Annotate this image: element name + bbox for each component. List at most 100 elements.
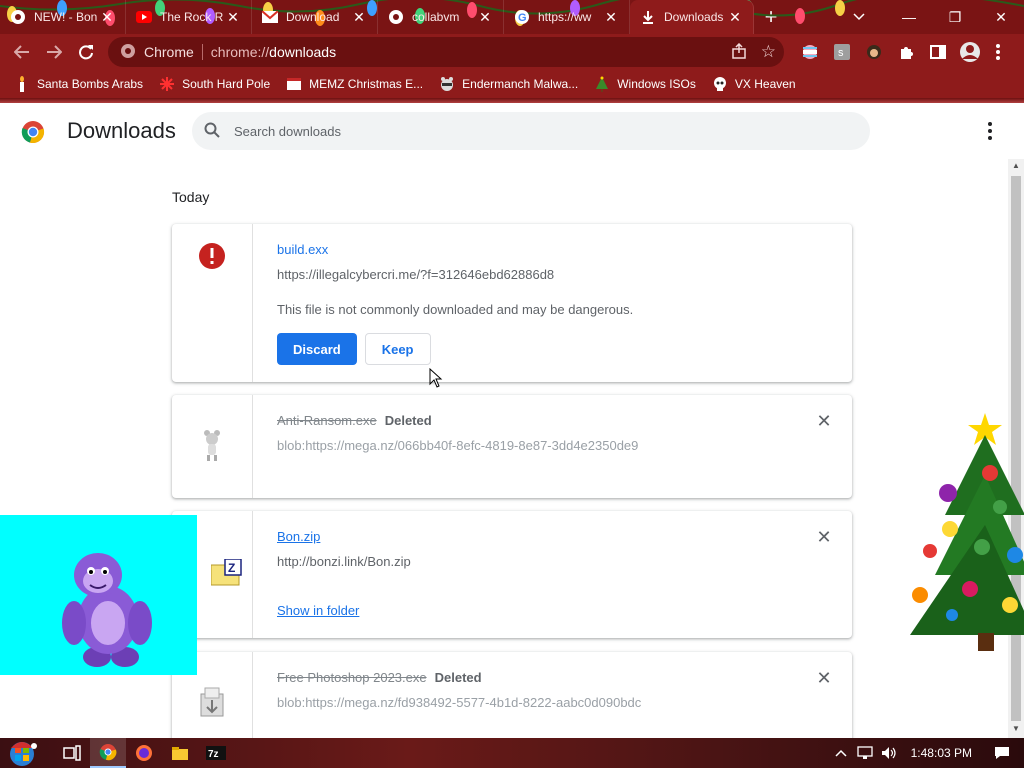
bookmarks-bar: Santa Bombs Arabs South Hard Pole MEMZ C…	[0, 70, 1024, 98]
action-center-icon[interactable]	[990, 746, 1014, 760]
bookmark-label: South Hard Pole	[182, 77, 271, 91]
tab-title: Downloads	[664, 10, 724, 24]
tab-search-chevron-icon[interactable]	[842, 0, 876, 34]
network-icon[interactable]	[853, 746, 877, 760]
candle-icon	[14, 76, 30, 92]
scroll-down-arrow-icon[interactable]: ▼	[1008, 724, 1024, 736]
search-input[interactable]	[234, 123, 834, 139]
status-label: Deleted	[434, 670, 482, 685]
google-icon: G	[514, 9, 530, 25]
tab-https[interactable]: G https://ww ✕	[504, 0, 630, 34]
bookmark-item[interactable]: South Hard Pole	[159, 76, 270, 92]
remove-item-icon[interactable]: ✕	[816, 668, 832, 688]
svg-text:Z: Z	[228, 561, 235, 575]
zip-folder-icon: Z	[210, 558, 243, 638]
bonzi-buddy-overlay[interactable]	[0, 515, 197, 675]
windows-taskbar: 7z 1:48:03 PM	[0, 738, 1024, 768]
chrome-logo-icon	[21, 120, 45, 147]
close-tab-icon[interactable]: ✕	[477, 9, 493, 26]
profile-avatar-icon[interactable]	[959, 34, 981, 70]
download-item-dangerous: build.exx https://illegalcybercri.me/?f=…	[172, 224, 852, 382]
url-host: downloads	[269, 44, 337, 60]
file-url: https://illegalcybercri.me/?f=312646ebd6…	[277, 267, 555, 282]
svg-text:7z: 7z	[208, 749, 219, 760]
svg-text:G: G	[518, 12, 527, 24]
tab-title: collabvm	[412, 10, 460, 24]
tab-title: NEW! - Bon	[34, 10, 98, 24]
close-tab-icon[interactable]: ✕	[727, 9, 743, 26]
back-button[interactable]	[6, 36, 38, 68]
browser-menu-icon[interactable]	[996, 34, 1000, 70]
tab-strip: NEW! - Bon ✕ The Rock R ✕ Download ✕ col…	[0, 0, 1024, 34]
scroll-up-arrow-icon[interactable]: ▲	[1008, 161, 1024, 173]
christmas-tree-icon	[910, 413, 1024, 651]
chrome-icon[interactable]	[90, 738, 126, 768]
url-scheme: chrome://	[210, 44, 270, 60]
close-tab-icon[interactable]: ✕	[225, 9, 241, 26]
danger-icon	[198, 242, 226, 382]
close-window-button[interactable]: ✕	[978, 0, 1024, 34]
bookmark-star-icon[interactable]: ☆	[761, 42, 776, 62]
7zip-icon[interactable]: 7z	[198, 738, 234, 768]
restore-button[interactable]: ❐	[932, 0, 978, 34]
volume-icon[interactable]	[877, 746, 901, 760]
forward-button[interactable]	[38, 36, 70, 68]
file-name: Free Photoshop 2023.exe	[277, 670, 427, 685]
purple-gorilla-icon	[62, 553, 152, 667]
remove-item-icon[interactable]: ✕	[816, 527, 832, 547]
minimize-button[interactable]: —	[886, 0, 932, 34]
bookmark-item[interactable]: Windows ISOs	[594, 76, 696, 92]
tray-chevron-icon[interactable]	[829, 749, 853, 757]
bookmark-label: Santa Bombs Arabs	[37, 77, 144, 91]
close-tab-icon[interactable]: ✕	[351, 9, 367, 26]
danger-warning-text: This file is not commonly downloaded and…	[277, 302, 634, 317]
bookmark-item[interactable]: MEMZ Christmas E...	[286, 76, 423, 92]
show-in-folder-link[interactable]: Show in folder	[277, 603, 359, 618]
extension-avatar-icon[interactable]	[866, 34, 882, 70]
share-icon[interactable]	[731, 42, 747, 62]
task-view-icon[interactable]	[54, 738, 90, 768]
taskbar-clock[interactable]: 1:48:03 PM	[911, 746, 972, 760]
raccoon-icon	[439, 76, 455, 92]
address-bar[interactable]: Chrome chrome://downloads ☆	[108, 37, 784, 67]
keep-button[interactable]: Keep	[364, 333, 431, 365]
side-panel-icon[interactable]	[930, 34, 946, 70]
close-tab-icon[interactable]: ✕	[99, 9, 115, 26]
snowflake-icon	[159, 76, 175, 92]
tree-icon	[594, 76, 610, 92]
file-url: blob:https://mega.nz/fd938492-5577-4b1d-…	[277, 695, 642, 710]
svg-text:s: s	[838, 47, 844, 59]
new-tab-button[interactable]: +	[754, 0, 788, 34]
file-name-link[interactable]: Bon.zip	[277, 529, 802, 544]
tab-downloads[interactable]: Downloads ✕	[630, 0, 754, 34]
page-title: Downloads	[67, 118, 176, 143]
mouse-cursor-icon	[429, 367, 443, 391]
start-orb-icon[interactable]	[0, 738, 44, 768]
reload-button[interactable]	[70, 36, 102, 68]
more-actions-icon[interactable]	[980, 121, 1000, 141]
remove-item-icon[interactable]: ✕	[816, 411, 832, 431]
search-downloads-box[interactable]	[192, 112, 870, 150]
file-icon-column	[172, 395, 253, 498]
close-tab-icon[interactable]: ✕	[603, 9, 619, 26]
globe-icon	[388, 9, 404, 25]
tab-collabvm[interactable]: collabvm ✕	[378, 0, 504, 34]
extensions-puzzle-icon[interactable]	[898, 34, 914, 70]
tab-title: The Rock R	[160, 10, 224, 24]
bookmark-item[interactable]: Endermanch Malwa...	[439, 76, 578, 92]
extension-flag-icon[interactable]	[802, 34, 818, 70]
tab-download[interactable]: Download ✕	[252, 0, 378, 34]
tab-new-bon[interactable]: NEW! - Bon ✕	[0, 0, 126, 34]
globe-icon	[10, 9, 26, 25]
firefox-icon[interactable]	[126, 738, 162, 768]
extension-s-icon[interactable]: s	[834, 34, 850, 70]
gmail-icon	[262, 9, 278, 25]
download-item-deleted: Anti-Ransom.exe Deleted blob:https://mega…	[172, 395, 852, 498]
file-explorer-icon[interactable]	[162, 738, 198, 768]
tab-the-rock[interactable]: The Rock R ✕	[126, 0, 252, 34]
discard-button[interactable]: Discard	[277, 333, 357, 365]
file-url: blob:https://mega.nz/066bb40f-8efc-4819-…	[277, 438, 639, 453]
bookmark-item[interactable]: Santa Bombs Arabs	[14, 76, 143, 92]
bookmark-label: Endermanch Malwa...	[462, 77, 579, 91]
bookmark-item[interactable]: VX Heaven	[712, 76, 796, 92]
